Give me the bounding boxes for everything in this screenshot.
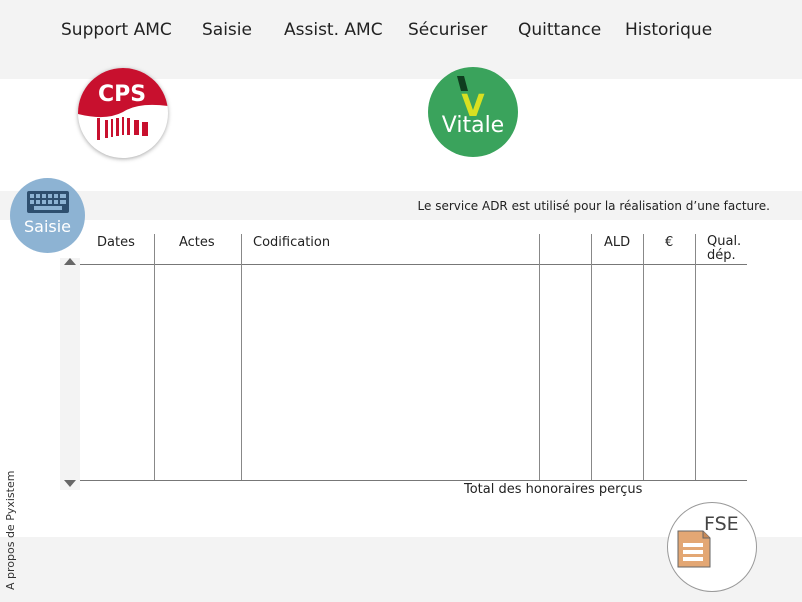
- saisie-button[interactable]: Saisie: [10, 178, 85, 253]
- keyboard-icon: [27, 191, 69, 213]
- column-separator: [539, 234, 540, 480]
- nav-saisie[interactable]: Saisie: [202, 20, 252, 40]
- vitale-label: Vitale: [441, 113, 505, 138]
- total-honoraires-label: Total des honoraires perçus: [464, 482, 643, 497]
- column-separator: [591, 234, 592, 480]
- cps-card-icon: CPS: [78, 68, 168, 140]
- saisie-label: Saisie: [23, 217, 72, 236]
- nav-historique[interactable]: Historique: [625, 20, 712, 40]
- column-euro: €: [665, 235, 674, 250]
- invoice-table-area: [0, 220, 802, 537]
- table-scrollbar[interactable]: [60, 258, 80, 490]
- info-banner: Le service ADR est utilisé pour la réali…: [0, 191, 802, 220]
- info-message: Le service ADR est utilisé pour la réali…: [417, 199, 770, 213]
- nav-quittance[interactable]: Quittance: [518, 20, 601, 40]
- document-icon: [677, 530, 711, 568]
- table-header-divider: [80, 264, 747, 265]
- column-separator: [695, 234, 696, 480]
- cps-label: CPS: [98, 82, 146, 107]
- about-pyxistem-link[interactable]: A propos de Pyxistem: [4, 471, 17, 590]
- column-separator: [643, 234, 644, 480]
- scroll-down-icon[interactable]: [64, 480, 76, 487]
- column-actes: Actes: [179, 235, 215, 250]
- column-ald: ALD: [604, 235, 631, 250]
- cps-card-button[interactable]: CPS: [78, 68, 168, 158]
- nav-support-amc[interactable]: Support AMC: [61, 20, 172, 40]
- fse-button[interactable]: FSE: [667, 502, 757, 592]
- column-dates: Dates: [97, 235, 135, 250]
- column-qual-line1: Qual.: [707, 234, 742, 249]
- nav-securiser[interactable]: Sécuriser: [408, 20, 487, 40]
- vitale-card-icon: V: [457, 76, 485, 124]
- vitale-card-button[interactable]: V Vitale: [428, 67, 518, 157]
- column-separator: [154, 234, 155, 480]
- column-separator: [241, 234, 242, 480]
- nav-assist-amc[interactable]: Assist. AMC: [284, 20, 383, 40]
- scroll-up-icon[interactable]: [64, 258, 76, 265]
- column-codification: Codification: [253, 235, 331, 250]
- column-qual-line2: dép.: [707, 248, 736, 263]
- column-qual-dep: Qual. dép.: [707, 235, 741, 263]
- table-bottom-divider: [80, 480, 747, 481]
